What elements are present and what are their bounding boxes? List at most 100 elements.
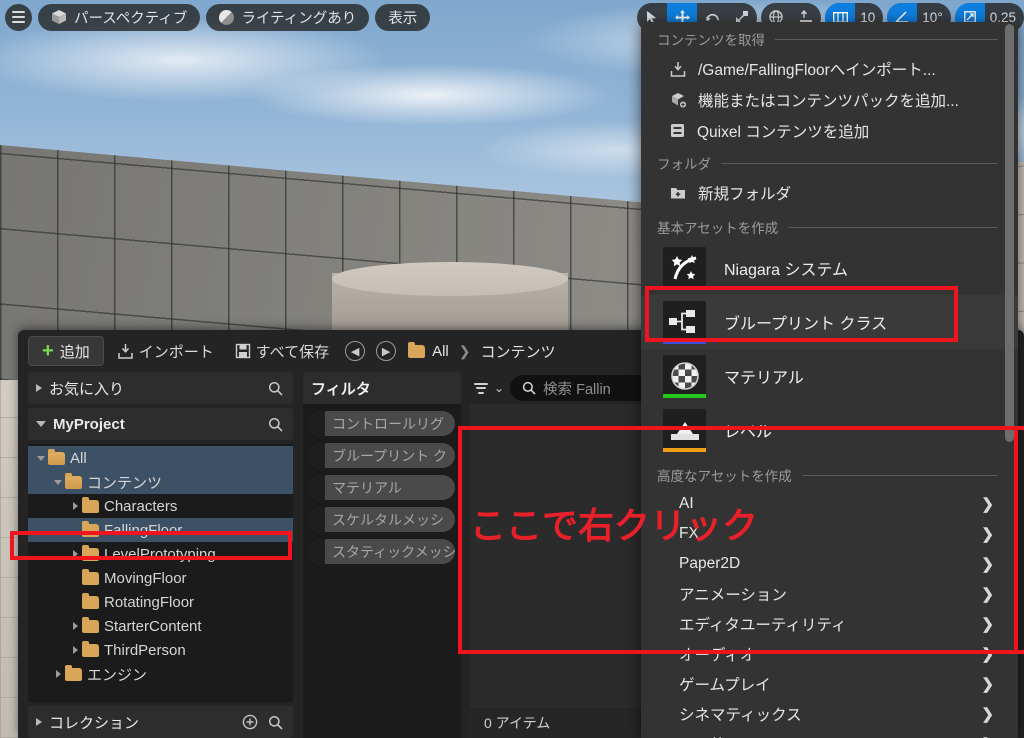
chevron-down-icon[interactable] [34, 455, 48, 461]
collections-section-header[interactable]: コレクション [28, 706, 293, 738]
filter-chip[interactable]: マテリアル [309, 475, 455, 500]
asset-type-color-bar [663, 393, 706, 398]
chevron-right-icon[interactable] [51, 670, 65, 678]
annotation-line-top-right [955, 426, 1024, 430]
tree-item-エンジン[interactable]: エンジン [28, 662, 293, 686]
content-browser-context-menu[interactable]: コンテンツを取得 /Game/FallingFloorへインポート... 機能ま… [641, 22, 1018, 738]
filter-chip[interactable]: スタティックメッシ [309, 539, 455, 564]
filter-chip-toggle[interactable] [309, 539, 325, 564]
submenu-item-アニメーション[interactable]: アニメーション ❯ [641, 579, 1018, 609]
menu-item-new-folder[interactable]: 新規フォルダ [641, 177, 1018, 208]
folder-icon [82, 616, 99, 633]
chevron-right-icon[interactable] [68, 550, 82, 558]
chevron-down-icon[interactable] [51, 479, 65, 485]
submenu-item-label: ゲームプレイ [679, 677, 771, 694]
annotation-line-bottom-right [955, 650, 1024, 654]
view-mode-perspective-button[interactable]: パースペクティブ [38, 3, 201, 31]
search-icon[interactable] [268, 417, 283, 432]
viewport-menu-button[interactable] [5, 3, 32, 31]
filter-icon[interactable] [470, 382, 488, 394]
nav-forward-button[interactable]: ▶ [373, 336, 399, 366]
chevron-down-icon [36, 421, 46, 427]
filter-chip-label: ブループリント ク [332, 447, 448, 464]
submenu-item-ゲームプレイ[interactable]: ゲームプレイ ❯ [641, 669, 1018, 699]
tree-item-コンテンツ[interactable]: コンテンツ [28, 470, 293, 494]
lighting-mode-button[interactable]: ライティングあり [206, 3, 370, 31]
basic-asset-item-list[interactable]: Niagara システム ブループリント クラス マテリアル レベル [641, 241, 1018, 457]
vertical-scrollbar[interactable] [1005, 24, 1014, 442]
submenu-item-シネマティックス[interactable]: シネマティックス ❯ [641, 699, 1018, 729]
nav-back-button[interactable]: ◀ [342, 336, 368, 366]
menu-item-label: 機能またはコンテンツパックを追加... [698, 92, 959, 110]
menu-item-add-feature[interactable]: 機能またはコンテンツパックを追加... [641, 84, 1018, 115]
search-icon[interactable] [268, 381, 283, 396]
chevron-right-icon: ❯ [981, 586, 994, 603]
lighting-icon [219, 9, 235, 25]
folder-tree[interactable]: All コンテンツ Characters FallingFloor LevelProto… [28, 444, 293, 702]
chevron-right-icon: ❯ [981, 706, 994, 723]
chevron-right-icon: ❯ [981, 616, 994, 633]
breadcrumb-content[interactable]: コンテンツ [480, 341, 555, 362]
show-flags-label: 表示 [388, 10, 418, 27]
project-section-header[interactable]: MyProject [28, 408, 293, 440]
submenu-item-その他[interactable]: その他❯ [641, 729, 1018, 738]
project-label: MyProject [53, 415, 125, 433]
filter-chip[interactable]: ブループリント ク [309, 443, 455, 468]
chevron-right-icon[interactable] [68, 502, 82, 510]
filter-chip[interactable]: コントロールリグ [309, 411, 455, 436]
section-header-get-content: コンテンツを取得 [641, 22, 1018, 53]
chevron-right-icon[interactable] [68, 622, 82, 630]
chevron-right-icon[interactable] [68, 646, 82, 654]
tree-item-LevelPrototyping[interactable]: LevelPrototyping [28, 542, 293, 566]
section-title: コンテンツを取得 [657, 33, 765, 48]
add-button[interactable]: + 追加 [28, 336, 104, 366]
chevron-down-icon[interactable]: ⌄ [494, 381, 504, 395]
menu-item-material[interactable]: マテリアル [641, 349, 1018, 403]
level-icon-thumbnail [663, 408, 706, 452]
folder-item-list[interactable]: 新規フォルダ [641, 177, 1018, 208]
breadcrumb-all[interactable]: All [432, 343, 449, 360]
menu-item-blueprint-class[interactable]: ブループリント クラス [641, 295, 1018, 349]
get-content-item-list[interactable]: /Game/FallingFloorへインポート... 機能またはコンテンツパッ… [641, 53, 1018, 146]
breadcrumb: All ❯ コンテンツ [404, 336, 559, 366]
tree-item-StarterContent[interactable]: StarterContent [28, 614, 293, 638]
tree-item-ThirdPerson[interactable]: ThirdPerson [28, 638, 293, 662]
tree-item-Characters[interactable]: Characters [28, 494, 293, 518]
search-icon[interactable] [268, 715, 283, 730]
section-title: 高度なアセットを作成 [657, 469, 792, 484]
import-icon [117, 343, 133, 359]
filter-chip[interactable]: スケルタルメッシ [309, 507, 455, 532]
menu-item-import[interactable]: /Game/FallingFloorへインポート... [641, 53, 1018, 84]
menu-item-quixel[interactable]: Quixel コンテンツを追加 [641, 115, 1018, 146]
submenu-item-エディタユーティリティ[interactable]: エディタユーティリティ ❯ [641, 609, 1018, 639]
tree-item-FallingFloor[interactable]: FallingFloor [28, 518, 293, 542]
submenu-item-Paper2D[interactable]: Paper2D ❯ [641, 549, 1018, 579]
tree-item-MovingFloor[interactable]: MovingFloor [28, 566, 293, 590]
filter-chip-toggle[interactable] [309, 411, 325, 436]
menu-item-level[interactable]: レベル [641, 403, 1018, 457]
menu-item-niagara[interactable]: Niagara システム [641, 241, 1018, 295]
asset-type-color-bar [663, 285, 706, 290]
show-flags-button[interactable]: 表示 [375, 3, 431, 31]
asset-type-color-bar [663, 339, 706, 344]
folder-icon [48, 448, 65, 465]
favorites-section-header[interactable]: お気に入り [28, 372, 293, 404]
submenu-item-オーディオ[interactable]: オーディオ ❯ [641, 639, 1018, 669]
niagara-icon-thumbnail [663, 246, 706, 290]
plus-circle-icon[interactable] [242, 714, 258, 730]
material-icon [670, 362, 699, 390]
filter-chip-toggle[interactable] [309, 507, 325, 532]
tree-item-label: MovingFloor [104, 569, 187, 587]
menu-item-label: Niagara システム [724, 262, 848, 279]
filter-chip-list[interactable]: コントロールリグブループリント クマテリアルスケルタルメッシ スタティックメッシ [303, 404, 461, 738]
tree-item-RotatingFloor[interactable]: RotatingFloor [28, 590, 293, 614]
import-button[interactable]: インポート [109, 336, 222, 366]
filter-chip-toggle[interactable] [309, 475, 325, 500]
tree-item-label: Characters [104, 497, 178, 515]
filter-chip-toggle[interactable] [309, 443, 325, 468]
tree-item-All[interactable]: All [28, 446, 293, 470]
chevron-right-icon [36, 384, 42, 392]
hamburger-icon [12, 11, 25, 23]
submenu-item-label: シネマティックス [679, 707, 802, 724]
save-all-button[interactable]: すべて保存 [227, 336, 337, 366]
